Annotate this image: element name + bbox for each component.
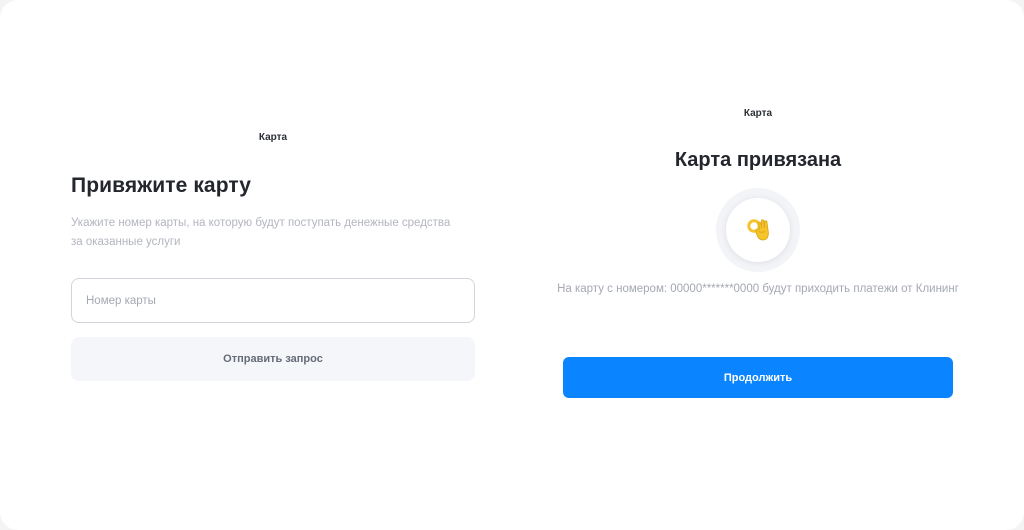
card-linked-message: На карту с номером: 00000*******0000 буд… (557, 283, 959, 295)
continue-button[interactable]: Продолжить (563, 357, 953, 398)
card-number-input[interactable] (71, 278, 475, 323)
link-card-title: Привяжите карту (71, 174, 252, 197)
send-request-button[interactable]: Отправить запрос (71, 337, 475, 381)
screen: Карта Привяжите карту Укажите номер карт… (0, 0, 1024, 530)
ok-hand-icon (747, 219, 769, 241)
ok-badge (716, 188, 800, 272)
link-card-header: Карта (258, 132, 288, 143)
link-card-description: Укажите номер карты, на которую будут по… (71, 217, 451, 248)
card-linked-header: Карта (743, 108, 773, 119)
ok-badge-inner (726, 198, 790, 262)
card-linked-title: Карта привязана (674, 149, 842, 171)
